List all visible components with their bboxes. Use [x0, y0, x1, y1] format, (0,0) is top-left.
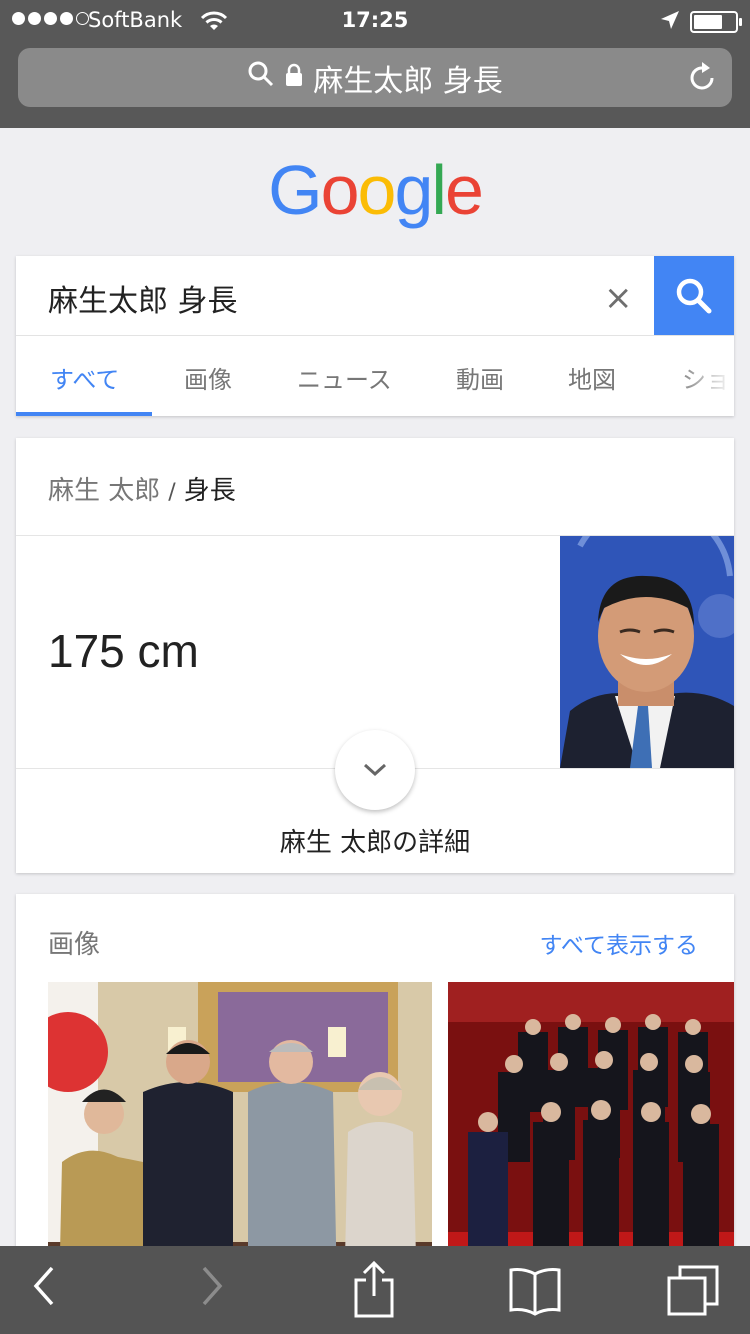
logo-letter: o — [357, 151, 397, 229]
forward-icon[interactable] — [198, 1264, 226, 1312]
tabs-fade — [674, 336, 734, 416]
search-icon — [247, 60, 275, 96]
battery-icon — [690, 11, 742, 33]
address-bar[interactable]: 麻生太郎 身長 — [18, 48, 732, 107]
logo-letter: e — [444, 151, 484, 229]
tab-images[interactable]: 画像 — [184, 360, 232, 395]
share-icon[interactable] — [352, 1260, 396, 1322]
breadcrumb: 麻生 太郎 / 身長 — [48, 470, 236, 507]
tab-maps[interactable]: 地図 — [568, 360, 616, 395]
location-arrow-icon — [660, 10, 680, 35]
logo-letter: l — [431, 151, 447, 229]
active-tab-indicator — [16, 412, 152, 416]
address-text: 麻生太郎 身長 — [313, 63, 503, 99]
lock-icon — [285, 60, 303, 95]
google-logo: Google — [0, 150, 750, 230]
tab-videos[interactable]: 動画 — [456, 360, 504, 395]
images-section-title: 画像 — [48, 930, 101, 960]
search-tabs: すべて 画像 ニュース 動画 地図 ショ — [16, 335, 734, 416]
logo-letter: o — [320, 151, 360, 229]
reload-icon[interactable] — [688, 60, 718, 96]
search-box: 麻生太郎 身長 × すべて 画像 ニュース 動画 地図 ショ — [16, 256, 734, 416]
back-icon[interactable] — [30, 1264, 58, 1312]
breadcrumb-entity[interactable]: 麻生 太郎 — [48, 476, 160, 506]
details-link[interactable]: 麻生 太郎の詳細 — [16, 822, 734, 859]
height-value: 175 cm — [48, 625, 199, 677]
tab-news[interactable]: ニュース — [297, 360, 392, 395]
clear-icon[interactable]: × — [604, 278, 633, 318]
search-icon — [676, 278, 712, 314]
status-clock: 17:25 — [341, 8, 409, 32]
status-bar: SoftBank 17:25 — [0, 0, 750, 42]
tab-all[interactable]: すべて — [50, 360, 119, 395]
show-all-images-link[interactable]: すべて表示する — [540, 926, 698, 960]
logo-letter: g — [394, 151, 433, 229]
bookmarks-icon[interactable] — [508, 1266, 562, 1320]
portrait-image[interactable] — [560, 536, 734, 768]
search-input[interactable]: 麻生太郎 身長 — [48, 276, 238, 320]
browser-toolbar — [0, 1246, 750, 1334]
chevron-down-icon — [363, 763, 387, 777]
logo-letter: G — [268, 151, 322, 229]
breadcrumb-attribute: 身長 — [183, 476, 236, 506]
tabs-icon[interactable] — [666, 1264, 720, 1322]
knowledge-card: 麻生 太郎 / 身長 175 cm 麻生 太郎の詳細 — [16, 438, 734, 873]
breadcrumb-separator: / — [168, 480, 176, 505]
browser-chrome-top: SoftBank 17:25 麻生太郎 身長 — [0, 0, 750, 128]
search-button[interactable] — [654, 256, 734, 336]
expand-button[interactable] — [335, 730, 415, 810]
